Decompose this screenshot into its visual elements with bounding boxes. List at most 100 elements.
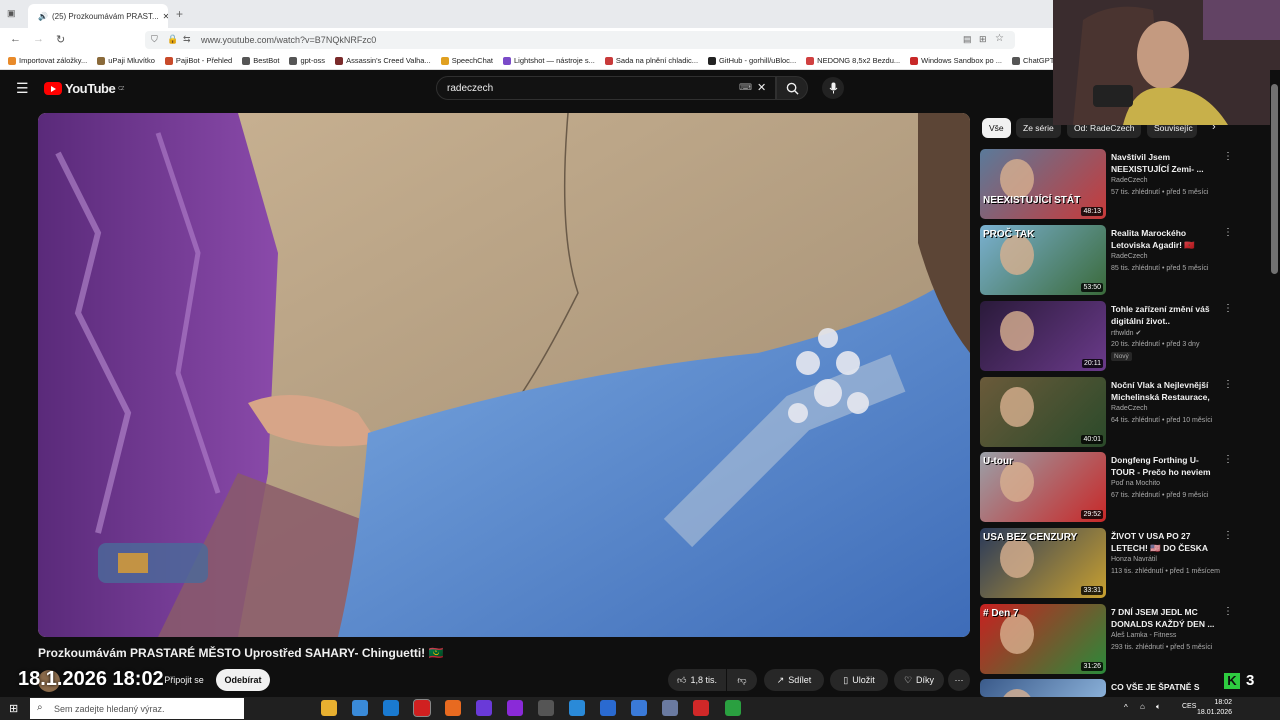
video-player[interactable] [38,113,970,637]
more-vertical-icon[interactable]: ⋮ [1223,227,1233,238]
back-icon[interactable]: ← [10,33,21,45]
recommended-video[interactable]: USA BEZ CENZURY 33:31 ŽIVOT V USA PO 27 … [980,528,1233,600]
bookmark-item[interactable]: Windows Sandbox po ... [910,56,1002,65]
app-icon[interactable] [569,700,585,716]
more-vertical-icon[interactable]: ⋮ [1223,379,1233,390]
volume-icon[interactable]: 🔈︎ [1156,702,1161,712]
bookmark-item[interactable]: Importovat záložky... [8,56,87,65]
bookmark-item[interactable]: NEDONG 8,5x2 Bezdu... [806,56,900,65]
recommended-video-title[interactable]: CO VŠE JE ŠPATNĚ S [1111,681,1219,693]
channel-name[interactable]: RadeCzech [1111,253,1148,260]
subscribe-button[interactable]: Odebírat [216,669,270,691]
install-icon[interactable]: ⊞ [979,34,987,45]
address-bar[interactable]: ⛉ 🔒 ⇆ www.youtube.com/watch?v=B7NQkNRFzc… [145,31,1015,49]
tray-chevron-icon[interactable]: ^ [1124,703,1128,712]
bookmark-item[interactable]: gpt-oss [289,56,325,65]
video-thumbnail[interactable]: 40:01 [980,377,1106,447]
more-vertical-icon[interactable]: ⋮ [1223,303,1233,314]
video-thumbnail[interactable]: # Den 7 31:26 [980,604,1106,674]
bookmark-item[interactable]: GitHub - gorhill/uBloc... [708,56,796,65]
recommended-video[interactable]: CO VŠE JE ŠPATNĚ S [980,679,1230,697]
reader-view-icon[interactable]: ▤ [963,34,972,45]
video-thumbnail[interactable] [980,679,1106,697]
recommended-video[interactable]: # Den 7 31:26 7 DNÍ JSEM JEDL MC DONALDS… [980,604,1233,676]
scrollbar-thumb[interactable] [1271,84,1278,274]
app-icon[interactable] [507,700,523,716]
video-thumbnail[interactable]: U-tour 29:52 [980,452,1106,522]
recommended-video[interactable]: 40:01 Noční Vlak a Nejlevnější Michelins… [980,377,1233,449]
more-actions-button[interactable]: ⋯ [948,669,970,691]
app-icon[interactable] [631,700,647,716]
settings-icon[interactable] [538,700,554,716]
firefox-icon[interactable] [445,700,461,716]
tab-list-icon[interactable]: ▣ [7,8,16,19]
youtube-logo[interactable]: YouTube CZ [44,81,124,96]
channel-name[interactable]: rthwldn ✔ [1111,329,1141,337]
share-button[interactable]: ↗ Sdílet [764,669,824,691]
video-thumbnail[interactable]: NEEXISTUJÍCÍ STÁT 48:13 [980,149,1106,219]
video-thumbnail[interactable]: 20:11 [980,301,1106,371]
network-icon[interactable]: ⌂ [1140,702,1145,711]
join-button[interactable]: Připojit se [158,669,210,691]
bookmark-item[interactable]: Sada na plnění chladic... [604,56,698,65]
lock-icon[interactable]: 🔒 [167,34,178,45]
like-button[interactable]: 👍︎ 1,8 tis. [668,669,726,691]
recommended-video-title[interactable]: Dongfeng Forthing U-TOUR - Prečo ho nevi… [1111,454,1219,478]
bookmark-item[interactable]: uPaji Mluvítko [97,56,155,65]
voice-search-button[interactable] [822,77,844,99]
bookmark-item[interactable]: PajiBot - Přehled [164,56,232,65]
store-icon[interactable] [352,700,368,716]
bookmark-item[interactable]: SpeechChat [440,56,493,65]
clear-search-icon[interactable]: ✕ [757,81,766,94]
search-input[interactable]: radeczech ⌨ ✕ [436,76,776,100]
recommended-video-title[interactable]: Navštívil Jsem NEEXISTUJÍCÍ Zemi- ... [1111,151,1219,175]
close-tab-icon[interactable]: ✕ [163,12,168,21]
reload-icon[interactable]: ↻ [56,33,65,46]
video-thumbnail[interactable]: PROČ TAK 53:50 [980,225,1106,295]
new-tab-icon[interactable]: + [176,7,183,21]
channel-name[interactable]: Aleš Lamka - Fitness [1111,632,1176,639]
recommended-video-title[interactable]: Tohle zařízení změní váš digitální život… [1111,303,1219,327]
app-icon[interactable] [725,700,741,716]
dislike-button[interactable]: 👎︎ [727,669,757,691]
bookmark-star-icon[interactable]: ☆ [995,33,1004,44]
windows-start-icon[interactable]: ⊞ [9,702,18,715]
keyboard-icon[interactable]: ⌨ [739,82,752,93]
recommended-video-title[interactable]: 7 DNÍ JSEM JEDL MC DONALDS KAŽDÝ DEN ... [1111,606,1219,630]
recommended-video[interactable]: PROČ TAK 53:50 Realita Marockého Letovis… [980,225,1233,297]
more-vertical-icon[interactable]: ⋮ [1223,606,1233,617]
bookmark-item[interactable]: BestBot [242,56,279,65]
more-vertical-icon[interactable]: ⋮ [1223,454,1233,465]
edge-icon[interactable] [383,700,399,716]
cortana-icon[interactable] [290,700,306,716]
recommended-video-title[interactable]: Noční Vlak a Nejlevnější Michelinská Res… [1111,379,1219,403]
app-icon[interactable] [662,700,678,716]
more-vertical-icon[interactable]: ⋮ [1223,151,1233,162]
permissions-icon[interactable]: ⇆ [183,34,191,45]
channel-name[interactable]: RadeCzech [1111,177,1148,184]
save-button[interactable]: ▯ Uložit [830,669,888,691]
channel-name[interactable]: Honza Navrátil [1111,556,1157,563]
browser-tab[interactable]: 🔊 (25) Prozkoumávám PRAST... ✕ [28,4,168,28]
recommended-video-title[interactable]: ŽIVOT V USA PO 27 LETECH! 🇺🇸 DO ČESKA S.… [1111,530,1219,554]
channel-name[interactable]: RadeCzech [1111,405,1148,412]
app-icon[interactable] [600,700,616,716]
bookmark-item[interactable]: Lightshot — nástroje s... [503,56,595,65]
task-view-icon[interactable] [258,700,274,716]
chip-all[interactable]: Vše [982,118,1011,138]
bookmark-item[interactable]: Assassin's Creed Valha... [335,56,431,65]
menu-icon[interactable]: ☰ [16,80,29,97]
video-thumbnail[interactable]: USA BEZ CENZURY 33:31 [980,528,1106,598]
opera-icon[interactable] [413,699,431,717]
taskbar-search[interactable]: ⌕ Sem zadejte hledaný výraz. [30,698,244,719]
forward-icon[interactable]: → [33,33,44,45]
system-clock[interactable]: 18:02 18.01.2026 [1197,698,1232,718]
shield-icon[interactable]: ⛉ [151,34,158,45]
search-button[interactable] [776,76,808,100]
thanks-button[interactable]: ♡ Díky [894,669,944,691]
app-icon[interactable] [693,700,709,716]
recommended-video-title[interactable]: Realita Marockého Letoviska Agadir! 🇲🇦 [1111,227,1219,251]
more-vertical-icon[interactable]: ⋮ [1223,530,1233,541]
recommended-video[interactable]: 20:11 Tohle zařízení změní váš digitální… [980,301,1233,373]
language-indicator[interactable]: CES [1182,703,1196,710]
